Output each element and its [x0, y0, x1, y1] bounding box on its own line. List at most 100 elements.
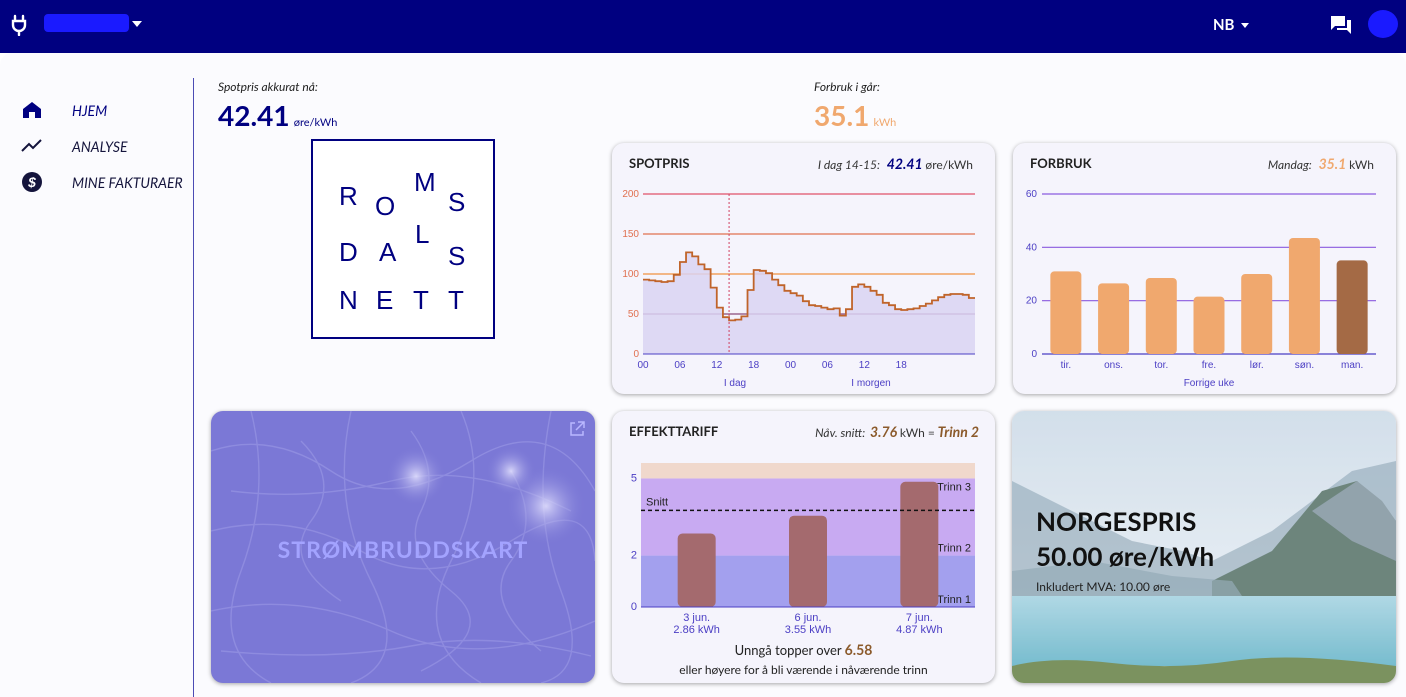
- language-caret-icon[interactable]: [1241, 23, 1249, 28]
- norgespris-title: NORGESPRIS: [1036, 505, 1197, 537]
- plug-icon[interactable]: [10, 14, 28, 40]
- trend-icon: [20, 134, 44, 158]
- y-tick-label: 150: [622, 229, 639, 240]
- account-name-redacted[interactable]: [44, 14, 129, 32]
- y-tick-label: 60: [1026, 189, 1038, 200]
- tariff-bar: [900, 481, 939, 607]
- yesterday-unit: kWh: [873, 116, 897, 129]
- y-tick-label: 0: [631, 601, 637, 613]
- romsdalsnett-logo: R O M S D A L S N E T T: [311, 139, 495, 339]
- logo-letter: D: [339, 237, 358, 267]
- usage-bar: [1241, 274, 1273, 354]
- strombruddskart-card[interactable]: STRØMBRUDDSKART: [211, 411, 595, 683]
- logo-letter: O: [375, 191, 396, 221]
- x-axis-label-today: I dag: [724, 378, 746, 389]
- y-tick-label: 0: [1031, 349, 1037, 360]
- tariff-avoid-line1: Unngå topper over 6.58: [612, 641, 995, 658]
- norgespris-card[interactable]: NORGESPRIS 50.00 øre/kWh Inkludert MVA: …: [1012, 411, 1396, 683]
- bar-value-label: 2.86 kWh: [673, 624, 719, 636]
- logo-letter: S: [448, 241, 466, 271]
- usage-bar: [1193, 296, 1225, 354]
- language-selector[interactable]: NB: [1213, 16, 1234, 34]
- x-tick-label: 18: [896, 360, 908, 371]
- tariff-avoid-line2: eller høyere for å bli værende i nåværen…: [679, 662, 928, 677]
- tariff-level-label: Trinn 1: [937, 594, 971, 606]
- x-axis-label-tomorrow: I morgen: [851, 378, 890, 389]
- sidebar-item-hjem[interactable]: HJEM: [20, 92, 183, 128]
- tariff-bar: [677, 533, 716, 607]
- tariff-level-label: Trinn 3: [937, 481, 971, 493]
- x-tick-label: 6 jun.: [795, 612, 822, 624]
- open-external-icon[interactable]: [569, 421, 585, 441]
- logo-letter: M: [414, 167, 436, 197]
- spot-now: Spotpris akkurat nå: 42.41 øre/kWh: [218, 79, 337, 132]
- spotpris-chart: I dag I morgen 0 50 100 150 200 00 06 12 18 00 06 1…: [622, 189, 975, 389]
- x-tick-label: 3 jun.: [683, 612, 710, 624]
- x-tick-label: 00: [785, 360, 797, 371]
- bar-value-label: 4.87 kWh: [896, 624, 942, 636]
- chat-icon[interactable]: [1329, 14, 1353, 40]
- yesterday-value: 35.1: [814, 98, 870, 132]
- usage-bar: [1336, 260, 1368, 354]
- y-tick-label: 200: [622, 189, 639, 200]
- forbruk-chart: Forrige uke 0 20 40 60 tir. ons. tor. fre. lør. s…: [1026, 189, 1376, 389]
- usage-bar: [1098, 283, 1130, 354]
- tariff-level-band: [641, 463, 975, 479]
- x-tick-label: tir.: [1061, 360, 1072, 371]
- y-tick-label: 0: [633, 349, 639, 360]
- tariff-bar: [789, 515, 827, 607]
- yesterday-usage: Forbruk i går: 35.1 kWh: [814, 79, 896, 132]
- y-tick-label: 50: [628, 309, 640, 320]
- logo-letter: E: [376, 285, 394, 315]
- x-tick-label: man.: [1341, 360, 1363, 371]
- y-tick-label: 20: [1026, 296, 1038, 307]
- logo-letter: T: [413, 285, 429, 315]
- svg-text:$: $: [27, 174, 36, 190]
- x-tick-label: fre.: [1202, 360, 1216, 371]
- sidebar-nav: HJEM ANALYSE $ MINE FAKTURAER: [20, 92, 183, 200]
- sidebar-item-label: ANALYSE: [72, 137, 128, 155]
- tariff-avoid-prefix: Unngå topper over: [734, 642, 842, 658]
- logo-letter: A: [379, 237, 397, 267]
- x-axis-label: Forrige uke: [1184, 378, 1235, 389]
- sidebar-divider: [193, 78, 194, 697]
- account-caret-icon[interactable]: [132, 21, 142, 27]
- tariff-level-label: Trinn 2: [937, 543, 971, 555]
- spot-now-value: 42.41: [218, 98, 290, 132]
- home-icon: [20, 98, 44, 122]
- x-tick-label: 12: [711, 360, 723, 371]
- effekttariff-card[interactable]: EFFEKTTARIFF Nåv. snitt: 3.76 kWh = Trin…: [612, 411, 995, 683]
- norgespris-price: 50.00 øre/kWh: [1036, 540, 1215, 572]
- spotpris-card[interactable]: SPOTPRIS I dag 14-15: 42.41 øre/kWh I da…: [612, 143, 995, 394]
- norgespris-vat: Inkludert MVA: 10.00 øre: [1036, 579, 1171, 594]
- x-tick-label: ons.: [1104, 360, 1123, 371]
- spot-now-unit: øre/kWh: [293, 116, 338, 129]
- logo-letter: T: [448, 285, 464, 315]
- average-label: Snitt: [646, 496, 668, 508]
- logo-letter: L: [415, 219, 430, 249]
- logo-letter: S: [448, 187, 466, 217]
- usage-bar: [1050, 271, 1082, 354]
- x-tick-label: 06: [822, 360, 834, 371]
- top-bar: NB: [0, 0, 1406, 53]
- x-tick-label: 00: [637, 360, 649, 371]
- x-tick-label: lør.: [1250, 360, 1264, 371]
- sidebar-item-mine-fakturaer[interactable]: $ MINE FAKTURAER: [20, 164, 183, 200]
- y-tick-label: 100: [622, 269, 639, 280]
- forbruk-card[interactable]: FORBRUK Mandag: 35.1 kWh Forrige uke 0 20…: [1013, 143, 1396, 394]
- x-tick-label: 18: [748, 360, 760, 371]
- avatar[interactable]: [1368, 10, 1398, 38]
- bar-value-label: 3.55 kWh: [785, 624, 831, 636]
- sidebar-item-label: HJEM: [72, 101, 108, 119]
- sidebar-item-label: MINE FAKTURAER: [72, 173, 183, 191]
- spot-now-label: Spotpris akkurat nå:: [218, 79, 318, 94]
- x-tick-label: tor.: [1154, 360, 1168, 371]
- x-tick-label: 12: [859, 360, 871, 371]
- usage-bar: [1145, 278, 1177, 354]
- logo-letter: R: [339, 181, 358, 211]
- usage-bar: [1288, 238, 1320, 354]
- x-tick-label: 7 jun.: [906, 612, 933, 624]
- sidebar-item-analyse[interactable]: ANALYSE: [20, 128, 183, 164]
- y-tick-label: 40: [1026, 242, 1038, 253]
- yesterday-label: Forbruk i går:: [814, 79, 880, 94]
